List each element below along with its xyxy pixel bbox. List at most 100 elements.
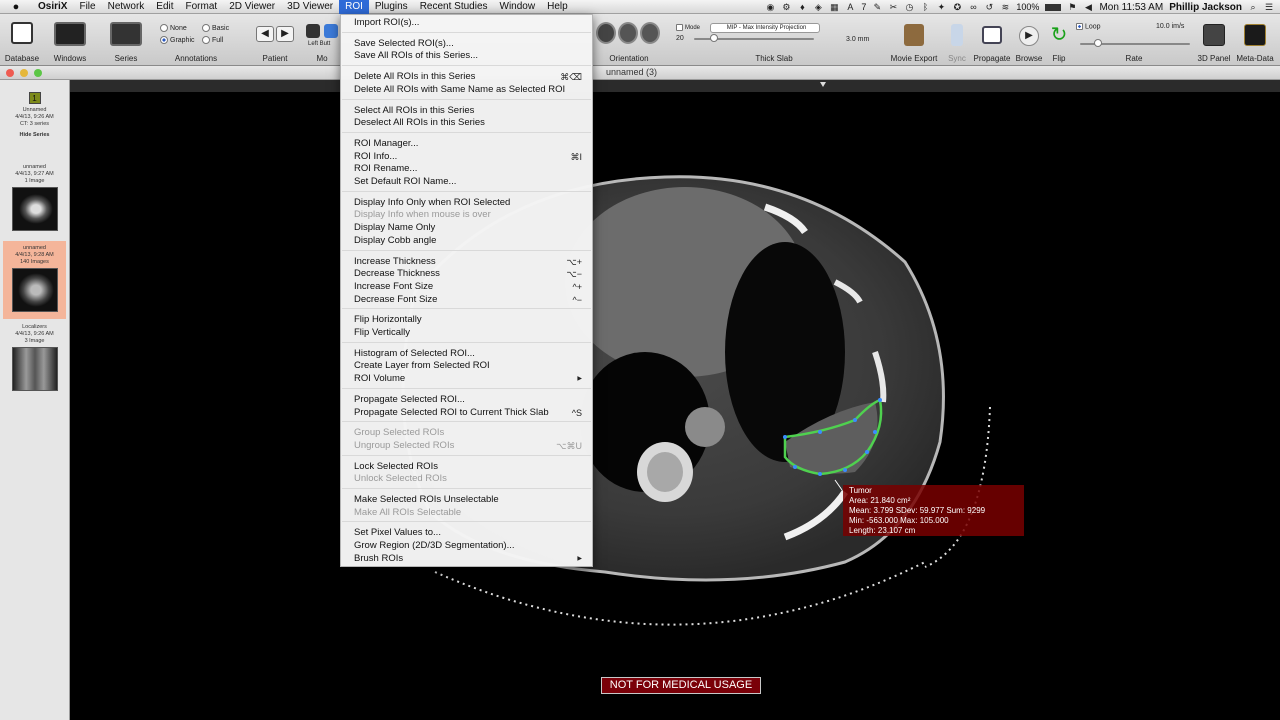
- menu-item-set-pixel-values-to[interactable]: Set Pixel Values to...: [354, 527, 584, 539]
- menu-item-delete-all-rois-with-same-name-as-selected-roi[interactable]: Delete All ROIs with Same Name as Select…: [354, 84, 584, 96]
- sync-button[interactable]: Sync: [944, 14, 970, 66]
- clock-icon[interactable]: ◷: [904, 2, 914, 12]
- menu-roi[interactable]: ROI: [339, 0, 369, 14]
- menu-item-increase-thickness[interactable]: Increase Thickness ⌥+: [354, 256, 584, 268]
- menu-3d-viewer[interactable]: 3D Viewer: [281, 0, 339, 14]
- mode-checkbox[interactable]: Mode: [676, 24, 700, 31]
- volume-icon[interactable]: ◀: [1083, 2, 1093, 12]
- slab-slider-thumb[interactable]: [710, 34, 718, 42]
- loop-checkbox[interactable]: Loop: [1076, 23, 1101, 30]
- menu-file[interactable]: File: [73, 0, 101, 14]
- menu-network[interactable]: Network: [102, 0, 151, 14]
- menu-item-roi-manager[interactable]: ROI Manager...: [354, 138, 584, 150]
- prev-patient-icon[interactable]: ◀: [256, 26, 274, 42]
- menu-item-propagate-selected-roi[interactable]: Propagate Selected ROI...: [354, 394, 584, 406]
- menu-item-delete-all-rois-in-this-series[interactable]: Delete All ROIs in this Series ⌘⌫: [354, 71, 584, 83]
- roi-info-box[interactable]: Tumor Area: 21.840 cm² Mean: 3.799 SDev:…: [843, 485, 1024, 536]
- 3d-panel-button[interactable]: 3D Panel: [1196, 14, 1232, 66]
- menu-item-brush-rois[interactable]: Brush ROIs ▶: [354, 553, 584, 565]
- windows-button[interactable]: Windows: [48, 14, 92, 66]
- menu-item-display-info-only-when-roi-selected[interactable]: Display Info Only when ROI Selected: [354, 197, 584, 209]
- menu-edit[interactable]: Edit: [150, 0, 179, 14]
- slice-ruler[interactable]: [70, 80, 1280, 92]
- wrench-icon[interactable]: ✎: [872, 2, 882, 12]
- timemachine-icon[interactable]: ↺: [984, 2, 994, 12]
- notification-icon[interactable]: ☰: [1264, 2, 1274, 12]
- series-thumb[interactable]: unnamed 4/4/13, 9:27 AM 1 Image: [3, 164, 66, 240]
- menu-item-make-selected-rois-unselectable[interactable]: Make Selected ROIs Unselectable: [354, 494, 584, 506]
- tools-icon[interactable]: ✂: [888, 2, 898, 12]
- hide-series-button[interactable]: Hide Series: [3, 132, 66, 139]
- next-patient-icon[interactable]: ▶: [276, 26, 294, 42]
- menu-item-roi-rename[interactable]: ROI Rename...: [354, 163, 584, 175]
- sync-icon[interactable]: ⚙: [781, 2, 791, 12]
- wifi-icon[interactable]: ≋: [1000, 2, 1010, 12]
- ai-icon[interactable]: A: [845, 2, 855, 12]
- menu-help[interactable]: Help: [541, 0, 574, 14]
- menu-2d-viewer[interactable]: 2D Viewer: [223, 0, 281, 14]
- menu-item-set-default-roi-name[interactable]: Set Default ROI Name...: [354, 176, 584, 188]
- sagittal-icon[interactable]: [640, 22, 660, 44]
- menu-item-roi-volume[interactable]: ROI Volume ▶: [354, 373, 584, 385]
- safari-icon[interactable]: ✪: [952, 2, 962, 12]
- menu-window[interactable]: Window: [494, 0, 542, 14]
- battery-icon[interactable]: [1045, 3, 1062, 11]
- user-name[interactable]: Phillip Jackson: [1169, 2, 1242, 13]
- dropbox-icon[interactable]: ◈: [813, 2, 823, 12]
- menu-item-increase-font-size[interactable]: Increase Font Size ^+: [354, 281, 584, 293]
- menu-item-grow-region-2d-3d-segmentation[interactable]: Grow Region (2D/3D Segmentation)...: [354, 540, 584, 552]
- axial-icon[interactable]: [596, 22, 616, 44]
- move-icon[interactable]: [324, 24, 338, 38]
- menu-format[interactable]: Format: [180, 0, 224, 14]
- menu-item-display-cobb-angle[interactable]: Display Cobb angle: [354, 235, 584, 247]
- menu-item-propagate-selected-roi-to-current-thick-slab[interactable]: Propagate Selected ROI to Current Thick …: [354, 407, 584, 419]
- bluetooth-icon[interactable]: ᛒ: [920, 2, 930, 12]
- menu-item-flip-vertically[interactable]: Flip Vertically: [354, 327, 584, 339]
- database-button[interactable]: Database: [4, 14, 40, 66]
- menu-item-display-name-only[interactable]: Display Name Only: [354, 222, 584, 234]
- menu-item-select-all-rois-in-this-series[interactable]: Select All ROIs in this Series: [354, 105, 584, 117]
- clock-text[interactable]: Mon 11:53 AM: [1099, 2, 1163, 13]
- menu-item-decrease-thickness[interactable]: Decrease Thickness ⌥−: [354, 268, 584, 280]
- minimize-icon[interactable]: [20, 69, 28, 77]
- annotation-full[interactable]: Full: [202, 36, 223, 44]
- annotation-graphic[interactable]: Graphic: [160, 36, 195, 44]
- menu-item-save-all-rois-of-this-series[interactable]: Save All ROIs of this Series...: [354, 50, 584, 62]
- apple-icon[interactable]: ●: [10, 1, 22, 13]
- evernote-icon[interactable]: ♦: [797, 2, 807, 12]
- close-icon[interactable]: [6, 69, 14, 77]
- coronal-icon[interactable]: [618, 22, 638, 44]
- menu-plugins[interactable]: Plugins: [369, 0, 414, 14]
- series-button[interactable]: Series: [104, 14, 148, 66]
- browse-button[interactable]: ▶ Browse: [1014, 14, 1044, 66]
- mode-select[interactable]: MIP - Max Intensity Projection: [710, 23, 820, 33]
- menu-item-decrease-font-size[interactable]: Decrease Font Size ^−: [354, 294, 584, 306]
- menu-item-create-layer-from-selected-roi[interactable]: Create Layer from Selected ROI: [354, 360, 584, 372]
- menu-recent-studies[interactable]: Recent Studies: [414, 0, 494, 14]
- propagate-button[interactable]: Propagate: [972, 14, 1012, 66]
- flip-button[interactable]: ↻ Flip: [1046, 14, 1072, 66]
- menu-item-lock-selected-rois[interactable]: Lock Selected ROIs: [354, 461, 584, 473]
- menu-item-save-selected-roi-s[interactable]: Save Selected ROI(s)...: [354, 38, 584, 50]
- menu-osirix[interactable]: OsiriX: [32, 0, 73, 14]
- menu-item-deselect-all-rois-in-this-series[interactable]: Deselect All ROIs in this Series: [354, 117, 584, 129]
- annotation-basic[interactable]: Basic: [202, 24, 229, 32]
- rate-slider-thumb[interactable]: [1094, 39, 1102, 47]
- series-thumb-selected[interactable]: unnamed 4/4/13, 9:28 AM 140 Images: [3, 241, 66, 319]
- annotation-none[interactable]: None: [160, 24, 187, 32]
- image-viewer[interactable]: [85, 92, 1280, 720]
- metadata-button[interactable]: Meta-Data: [1234, 14, 1276, 66]
- twitter-icon[interactable]: ✦: [936, 2, 946, 12]
- menu-item-import-roi-s[interactable]: Import ROI(s)...: [354, 17, 584, 29]
- menu-item-roi-info[interactable]: ROI Info... ⌘I: [354, 151, 584, 163]
- pencil-icon[interactable]: [306, 24, 320, 38]
- zoom-icon[interactable]: [34, 69, 42, 77]
- record-icon[interactable]: ◉: [765, 2, 775, 12]
- calendar-icon[interactable]: ▦: [829, 2, 839, 12]
- flag-icon[interactable]: ⚑: [1067, 2, 1077, 12]
- slice-marker-icon[interactable]: [820, 82, 826, 87]
- study-header[interactable]: 1 Unnamed 4/4/13, 9:26 AM CT: 3 series H…: [3, 92, 66, 162]
- search-icon[interactable]: ⌕: [1248, 2, 1258, 12]
- series-thumb[interactable]: Localizers 4/4/13, 9:26 AM 3 Image: [3, 324, 66, 400]
- link-icon[interactable]: ∞: [968, 2, 978, 12]
